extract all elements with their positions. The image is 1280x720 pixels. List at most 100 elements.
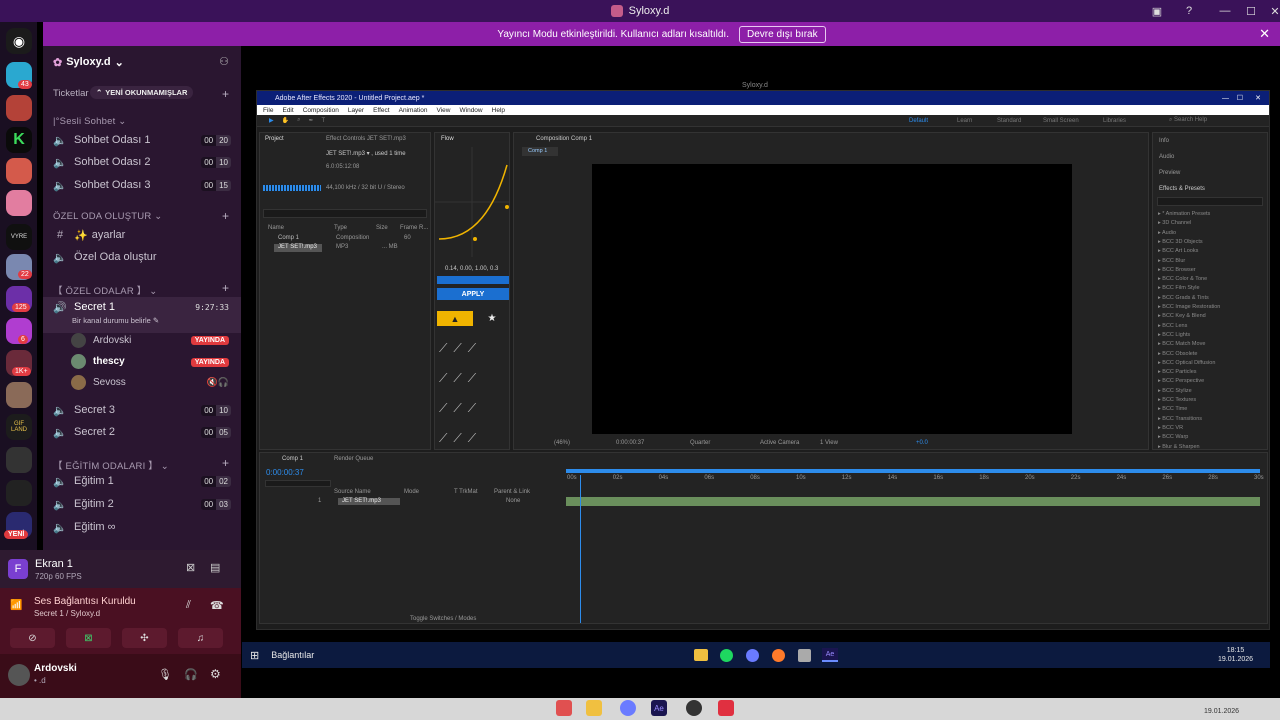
project-item-name[interactable]: JET SET!.mp3 [278,244,317,250]
spotify-icon[interactable] [720,648,733,662]
file-explorer-icon[interactable] [694,649,708,661]
pen-tool-icon[interactable]: ✒ [308,117,313,124]
maximize-button[interactable]: ☐ [1238,0,1264,22]
app-icon[interactable] [798,648,811,662]
effect-category-item[interactable]: ▸ BCC 3D Objects [1158,239,1203,245]
after-effects-icon[interactable]: Ae [651,700,667,716]
effect-category-item[interactable]: ▸ BCC Obsolete [1158,351,1197,357]
server-name[interactable]: ✿ Syloxy.d ⌄ [53,56,124,69]
info-panel-tab[interactable]: Info [1159,138,1169,144]
stop-stream-icon[interactable]: ⊠ [186,561,195,574]
flow-tab[interactable]: Flow [441,136,454,142]
toggle-switches-modes[interactable]: Toggle Switches / Modes [410,616,476,622]
apply-button[interactable]: APPLY [437,288,509,300]
add-channel-icon[interactable]: + [222,209,229,223]
voice-channel[interactable]: 🔈 Eğitim 2 00 03 [43,494,241,514]
server-icon[interactable] [6,480,32,506]
project-item-name[interactable]: Comp 1 [278,235,299,241]
effect-category-item[interactable]: ▸ BCC Optical Diffusion [1158,360,1215,366]
effect-category-item[interactable]: ▸ BCC Time [1158,406,1187,412]
invite-icon[interactable]: ⚇ [219,55,229,68]
effect-category-item[interactable]: ▸ BCC Browser [1158,267,1196,273]
col-name[interactable]: Name [268,225,284,231]
presets-tab-icon[interactable]: ▲ [437,311,473,326]
voice-channel[interactable]: 🔈 Sohbet Odası 2 00 10 [43,152,241,172]
layer-parent[interactable]: None [506,498,520,504]
workspace-standard[interactable]: Standard [997,118,1021,124]
effect-category-item[interactable]: ▸ BCC Lights [1158,332,1190,338]
camera-view[interactable]: Active Camera [760,440,799,446]
voice-user[interactable]: Ardovski [71,333,131,348]
server-icon[interactable]: K [6,127,32,153]
server-icon[interactable]: GIF LAND [6,414,32,440]
effect-category-item[interactable]: ▸ BCC Particles [1158,369,1197,375]
after-effects-taskbar-icon[interactable]: Ae [822,648,838,662]
effect-category-item[interactable]: ▸ BCC Color & Tone [1158,276,1207,282]
voice-status-channel[interactable]: Secret 1 / Syloxy.d [34,609,100,618]
composition-viewer[interactable] [592,164,1072,434]
stream-settings-icon[interactable]: ▤ [210,561,220,574]
windows-start-icon[interactable]: ⊞ [250,649,259,662]
preview-panel-tab[interactable]: Preview [1159,170,1180,176]
close-icon[interactable]: ✕ [1259,26,1270,42]
file-explorer-icon[interactable] [586,700,602,716]
hand-tool-icon[interactable]: ✋ [282,117,289,124]
avatar[interactable] [8,664,30,686]
effect-category-item[interactable]: ▸ BCC Match Move [1158,341,1205,347]
close-button[interactable]: ✕ [1262,0,1280,22]
resolution[interactable]: Quarter [690,440,710,446]
category-voice[interactable]: |°Sesli Sohbet ⌄ [53,116,126,127]
voice-channel[interactable]: 🔈 Eğitim ∞ [43,517,241,537]
workspace-libraries[interactable]: Libraries [1103,118,1126,124]
ae-maximize-button[interactable]: ☐ [1237,94,1243,102]
effect-category-item[interactable]: ▸ BCC Art Looks [1158,248,1198,254]
microphone-icon[interactable]: 🎙 [158,668,172,681]
add-channel-icon[interactable]: + [222,87,229,101]
effect-category-item[interactable]: ▸ BCC Stylize [1158,388,1192,394]
col-type[interactable]: Type [334,225,347,231]
timeline-tab-comp1[interactable]: Comp 1 [282,456,303,462]
menu-edit[interactable]: Edit [282,107,293,114]
camera-off-button[interactable]: ⊘ [10,628,55,648]
category-private-create[interactable]: ÖZEL ODA OLUŞTUR ⌄ [53,211,162,222]
layer-duration-bar[interactable] [566,497,1260,506]
text-tool-icon[interactable]: T [322,118,326,124]
add-channel-icon[interactable]: + [222,281,229,295]
screen-share-button[interactable]: ⊠ [66,628,111,648]
ae-close-button[interactable]: ✕ [1255,94,1261,102]
menu-view[interactable]: View [437,107,451,114]
menu-composition[interactable]: Composition [303,107,339,114]
audio-panel-tab[interactable]: Audio [1159,154,1174,160]
new-badge[interactable]: YENİ [4,530,29,539]
effect-category-item[interactable]: ▸ BCC Textures [1158,397,1196,403]
effect-category-item[interactable]: ▸ BCC Key & Blend [1158,313,1206,319]
menu-file[interactable]: File [263,107,273,114]
taskbar-label[interactable]: Bağlantılar [271,650,314,660]
view-layout[interactable]: 1 View [820,440,838,446]
voice-channel[interactable]: 🔈 Sohbet Odası 3 00 15 [43,175,241,195]
server-icon[interactable] [6,447,32,473]
effect-category-item[interactable]: ▸ BCC VR [1158,425,1183,431]
col-mode[interactable]: Mode [404,489,419,495]
composition-tab[interactable]: Composition Comp 1 [536,136,592,142]
effect-category-item[interactable]: ▸ BCC Film Style [1158,285,1200,291]
voice-channel[interactable]: 🔈 Sohbet Odası 1 00 20 [43,130,241,150]
category-ticketlar[interactable]: Ticketlar [53,88,89,99]
ae-minimize-button[interactable]: — [1222,95,1229,102]
effect-category-item[interactable]: ▸ BCC Image Restoration [1158,304,1220,310]
workspace-default[interactable]: Default [909,118,928,124]
text-channel-settings[interactable]: # ✨ ayarlar [43,225,241,245]
voice-channel-active[interactable]: 🔊 Secret 1 9:27:33 [43,297,241,317]
effect-category-item[interactable]: ▸ BCC Warp [1158,434,1188,440]
layer-name[interactable]: JET SET!.mp3 [342,498,381,504]
app-icon[interactable] [556,700,572,716]
timeline-timecode[interactable]: 0:00:00:37 [266,468,304,477]
flow-mode-buttons[interactable] [437,276,509,284]
category-private-rooms[interactable]: 【 ÖZEL ODALAR 】 ⌄ [53,283,157,297]
voice-user[interactable]: thescy [71,354,125,369]
server-icon[interactable] [6,382,32,408]
effect-category-item[interactable]: ▸ 3D Channel [1158,220,1191,226]
effects-presets-tab[interactable]: Effects & Presets [1159,186,1205,192]
voice-channel[interactable]: 🔈 Eğitim 1 00 02 [43,471,241,491]
server-icon[interactable] [6,95,32,121]
